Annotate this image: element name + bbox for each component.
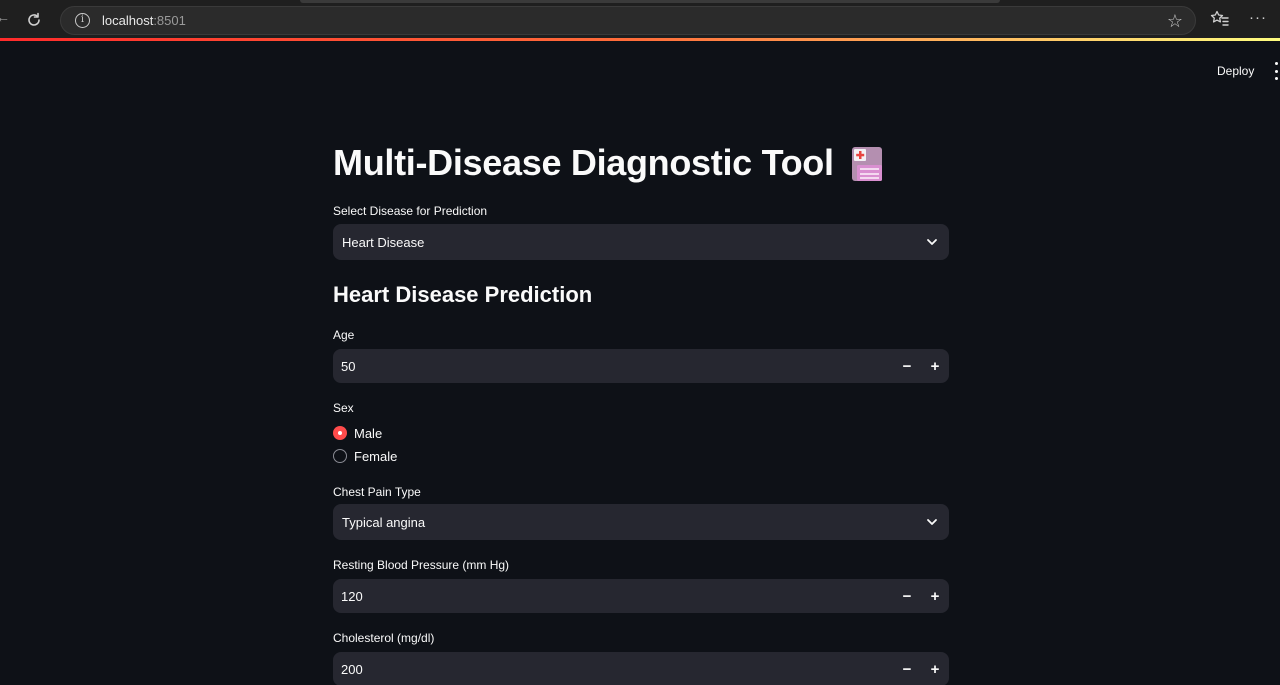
chest-pain-label: Chest Pain Type — [333, 485, 421, 499]
sex-option-label: Female — [354, 448, 398, 464]
disease-select-label: Select Disease for Prediction — [333, 204, 488, 218]
cholesterol-input[interactable]: 200 − + — [333, 652, 949, 685]
age-input[interactable]: 50 − + — [333, 349, 949, 383]
active-tab-edge — [300, 0, 1000, 3]
deploy-button[interactable]: Deploy — [1204, 60, 1267, 82]
streamlit-decoration-bar — [0, 38, 1280, 41]
browser-more-icon[interactable]: ··· — [1249, 9, 1267, 26]
resting-bp-decrement-button[interactable]: − — [893, 579, 921, 613]
radio-unselected-icon[interactable] — [333, 449, 347, 463]
chest-pain-value: Typical angina — [342, 514, 426, 530]
url-host: localhost — [102, 13, 154, 28]
age-label: Age — [333, 328, 355, 342]
page-title-text: Multi-Disease Diagnostic Tool — [333, 142, 834, 183]
cholesterol-value[interactable]: 200 — [341, 662, 363, 677]
bookmark-star-icon[interactable]: ☆ — [1167, 11, 1183, 32]
site-info-icon[interactable]: i — [75, 13, 90, 28]
chevron-down-icon — [927, 519, 937, 525]
cholesterol-label: Cholesterol (mg/dl) — [333, 631, 435, 645]
disease-select[interactable]: Heart Disease — [333, 224, 949, 260]
resting-bp-increment-button[interactable]: + — [921, 579, 949, 613]
sex-option-label: Male — [354, 425, 383, 441]
url-text[interactable]: localhost:8501 — [102, 13, 186, 28]
section-title: Heart Disease Prediction — [333, 282, 593, 307]
disease-select-value: Heart Disease — [342, 234, 425, 250]
radio-selected-icon[interactable] — [333, 426, 347, 440]
sex-option-female[interactable]: Female — [333, 445, 397, 467]
cholesterol-increment-button[interactable]: + — [921, 652, 949, 685]
chest-pain-select[interactable]: Typical angina — [333, 504, 949, 540]
age-decrement-button[interactable]: − — [893, 349, 921, 383]
resting-bp-input[interactable]: 120 − + — [333, 579, 949, 613]
main-menu-icon[interactable] — [1272, 62, 1280, 80]
sex-option-male[interactable]: Male — [333, 422, 382, 444]
cholesterol-decrement-button[interactable]: − — [893, 652, 921, 685]
age-increment-button[interactable]: + — [921, 349, 949, 383]
main-content: Multi-Disease Diagnostic Tool Select Dis… — [333, 140, 949, 685]
page-title: Multi-Disease Diagnostic Tool — [333, 140, 949, 186]
age-value[interactable]: 50 — [341, 359, 355, 374]
url-port: :8501 — [153, 13, 186, 28]
floppy-disk-icon — [850, 144, 884, 182]
sex-label: Sex — [333, 401, 354, 415]
resting-bp-label: Resting Blood Pressure (mm Hg) — [333, 558, 510, 572]
address-bar[interactable]: i localhost:8501 ☆ — [60, 6, 1196, 35]
back-icon[interactable]: ← — [0, 9, 10, 25]
browser-toolbar: ← i localhost:8501 ☆ ··· — [0, 0, 1280, 38]
chevron-down-icon — [927, 239, 937, 245]
resting-bp-value[interactable]: 120 — [341, 589, 363, 604]
reload-icon[interactable] — [22, 8, 46, 32]
favorites-icon[interactable] — [1210, 9, 1232, 31]
